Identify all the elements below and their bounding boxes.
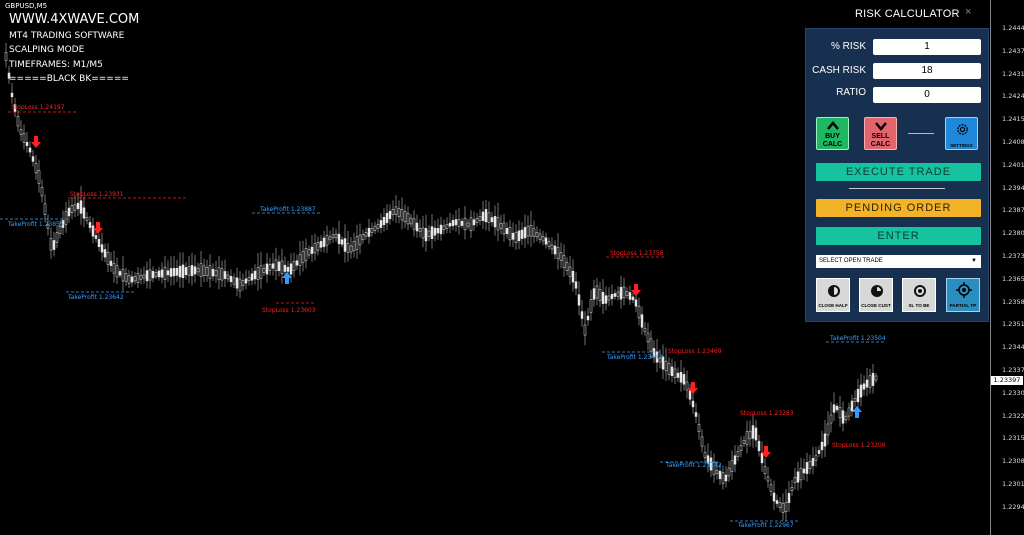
select-open-trade-dropdown[interactable]: SELECT OPEN TRADE ▼ <box>816 255 981 268</box>
panel-header[interactable]: RISK CALCULATOR × <box>805 0 989 28</box>
chevron-down-icon <box>875 122 887 131</box>
close-half-label: CLOSE HALF <box>818 303 848 308</box>
buy-calc-line1: BUY <box>825 133 840 140</box>
settings-label: SETTINGS <box>950 143 973 148</box>
close-cust-button[interactable]: CLOSE CUST <box>859 278 893 312</box>
sell-calc-line2: CALC <box>870 141 891 148</box>
crosshair-icon <box>956 282 972 298</box>
target-icon <box>914 285 926 297</box>
annotation-label: TakeProfit 1.23504 <box>830 335 886 342</box>
annotation-label: TakeProfit 1.23855 <box>8 221 64 228</box>
chevron-down-icon: ▼ <box>971 258 977 264</box>
annotation-label: StopLoss 1.23469 <box>668 348 722 355</box>
price-tick-label: 1.22945 <box>1002 502 1024 511</box>
trade-level-lines <box>0 111 886 522</box>
cash-risk-label: CASH RISK <box>812 65 866 76</box>
price-tick-label: 1.23225 <box>1002 411 1024 420</box>
select-label: SELECT OPEN TRADE <box>819 258 883 264</box>
price-tick-label: 1.23440 <box>1002 343 1024 352</box>
pie-icon <box>871 285 883 297</box>
price-tick-label: 1.24440 <box>1002 24 1024 32</box>
annotation-label: StopLoss 1.23931 <box>70 191 124 198</box>
price-tick-label: 1.23800 <box>1002 229 1024 238</box>
sell-arrow-icon <box>31 136 41 148</box>
price-tick-label: 1.23300 <box>1002 388 1024 397</box>
close-cust-label: CLOSE CUST <box>861 303 891 308</box>
partial-tp-label: PARTIAL TP <box>949 303 977 308</box>
ratio-label: RATIO <box>836 87 866 98</box>
brand-title: WWW.4XWAVE.COM <box>9 12 140 27</box>
price-tick-label: 1.23510 <box>1002 320 1024 329</box>
price-tick-label: 1.23370 <box>1002 366 1024 374</box>
price-tick-label: 1.24085 <box>1002 138 1024 146</box>
annotation-label: StopLoss 1.23206 <box>832 442 886 449</box>
symbol-label: GBPUSD,M5 <box>5 2 48 10</box>
pending-order-button[interactable]: PENDING ORDER <box>816 199 981 217</box>
sl-to-be-label: SL TO BE <box>908 303 930 308</box>
panel-title: RISK CALCULATOR <box>855 8 960 20</box>
enter-button[interactable]: ENTER <box>816 227 981 245</box>
price-tick-label: 1.24310 <box>1002 69 1024 78</box>
annotation-label: TakeProfit 1.23443 <box>607 354 663 361</box>
signal-arrows <box>31 136 862 458</box>
annotation-label: TakeProfit 1.23642 <box>68 294 124 301</box>
settings-button[interactable]: SETTINGS <box>945 117 978 150</box>
risk-percent-field[interactable]: 1 <box>873 39 981 55</box>
price-tick-label: 1.23015 <box>1002 480 1024 488</box>
price-tick-label: 1.23730 <box>1002 252 1024 260</box>
sell-calc-line1: SELL <box>871 133 890 140</box>
half-circle-icon <box>828 285 840 297</box>
sell-arrow-icon <box>631 284 641 296</box>
annotation-label: TakeProfit 1.23142 <box>666 462 722 469</box>
price-tick-label: 1.23655 <box>1002 274 1024 283</box>
price-tick-label: 1.24375 <box>1002 46 1024 55</box>
buy-arrow-icon <box>852 406 862 418</box>
close-half-button[interactable]: CLOSE HALF <box>816 278 850 312</box>
sl-to-be-button[interactable]: SL TO BE <box>902 278 936 312</box>
execute-trade-button[interactable]: EXECUTE TRADE <box>816 163 981 181</box>
price-tick-label: 1.23870 <box>1002 206 1024 215</box>
info-line-software: MT4 TRADING SOFTWARE <box>9 31 125 41</box>
chevron-up-icon <box>827 121 839 130</box>
buy-calc-button[interactable]: BUY CALC <box>816 117 849 150</box>
candlestick-series <box>4 43 878 522</box>
price-tick-label: 1.23585 <box>1002 297 1024 306</box>
price-tick-label: 1.24015 <box>1002 160 1024 169</box>
ratio-field[interactable]: 0 <box>873 87 981 103</box>
partial-tp-button[interactable]: PARTIAL TP <box>946 278 980 312</box>
divider <box>849 188 945 189</box>
sell-calc-button[interactable]: SELL CALC <box>864 117 897 150</box>
info-line-background: =====BLACK BK===== <box>9 74 129 84</box>
cash-risk-field[interactable]: 18 <box>873 63 981 79</box>
annotation-label: TakeProfit 1.22967 <box>738 522 794 529</box>
info-line-mode: SCALPING MODE <box>9 45 85 55</box>
annotation-label: StopLoss 1.23758 <box>610 250 664 257</box>
price-tick-label: 1.23085 <box>1002 457 1024 466</box>
price-axis[interactable] <box>990 0 1024 535</box>
annotation-label: TakeProfit 1.23887 <box>260 206 316 213</box>
risk-label: % RISK <box>830 41 866 52</box>
divider <box>908 133 934 134</box>
panel-body: % RISK 1 CASH RISK 18 RATIO 0 BUY CALC S… <box>805 28 989 322</box>
annotation-label: StopLoss 1.23603 <box>262 307 316 314</box>
annotation-label: StopLoss 1.24197 <box>11 104 65 111</box>
close-icon[interactable]: × <box>965 6 971 18</box>
price-tick-label: 1.24155 <box>1002 115 1024 124</box>
risk-calculator-panel: RISK CALCULATOR × % RISK 1 CASH RISK 18 … <box>805 0 989 322</box>
price-tick-label: 1.23945 <box>1002 183 1024 192</box>
price-tick-label: 1.23150 <box>1002 434 1024 443</box>
buy-calc-line2: CALC <box>822 141 843 148</box>
current-price-label: 1.23397 <box>991 376 1023 385</box>
price-tick-label: 1.24245 <box>1002 92 1024 101</box>
gear-icon <box>957 124 968 135</box>
annotation-label: StopLoss 1.23283 <box>740 410 794 417</box>
sell-arrow-icon <box>93 222 103 234</box>
info-line-timeframes: TIMEFRAMES: M1/M5 <box>9 60 103 70</box>
